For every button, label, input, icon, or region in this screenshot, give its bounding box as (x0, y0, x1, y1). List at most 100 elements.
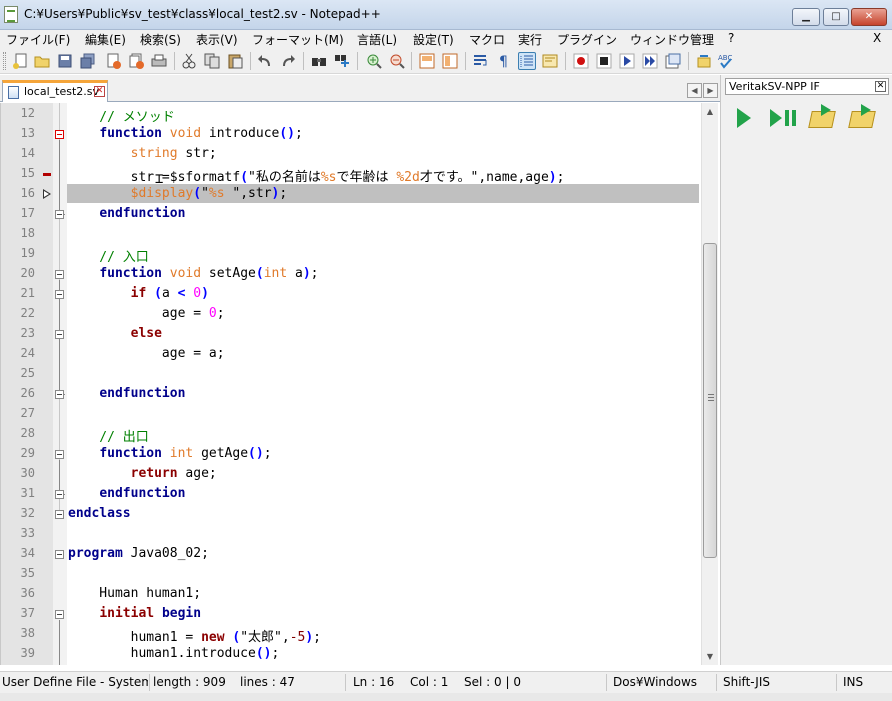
menu-help[interactable]: ? (728, 31, 734, 45)
stop-macro-icon[interactable] (595, 52, 613, 70)
code-line[interactable]: 16 $display("%s ",str); (1, 183, 701, 203)
menu-run[interactable]: 実行 (518, 31, 542, 48)
menu-format[interactable]: フォーマット(M) (252, 31, 344, 48)
code-line[interactable]: 30 return age; (1, 463, 701, 483)
code-line[interactable]: 28 // 出口 (1, 423, 701, 445)
maximize-button[interactable]: □ (823, 8, 849, 26)
code-line[interactable]: 32 endclass (1, 503, 701, 523)
fold-toggle-icon[interactable] (55, 610, 64, 619)
save-macro-icon[interactable] (664, 52, 682, 70)
undo-icon[interactable] (256, 52, 274, 70)
close-icon[interactable] (104, 52, 122, 70)
code-line[interactable]: 21 if (a < 0) (1, 283, 701, 303)
code-line[interactable]: 15 str =$sformatf("私の名前は%sで年齢は %2d才です。",… (1, 163, 701, 185)
record-macro-icon[interactable] (572, 52, 590, 70)
code-line[interactable]: 27 (1, 403, 701, 423)
minimize-button[interactable]: ▁ (792, 8, 820, 26)
word-wrap-icon[interactable] (472, 52, 490, 70)
code-line[interactable]: 13 function void introduce(); (1, 123, 701, 143)
indent-guide-icon[interactable] (518, 52, 536, 70)
fold-toggle-icon[interactable] (55, 270, 64, 279)
sync-vertical-icon[interactable] (418, 52, 436, 70)
open-file-icon[interactable] (33, 52, 51, 70)
doc-map-icon[interactable] (541, 52, 559, 70)
tab-scroll-left-button[interactable]: ◀ (687, 83, 702, 98)
step-run-icon[interactable] (767, 101, 801, 135)
fold-toggle-icon[interactable] (55, 450, 64, 459)
code-line[interactable]: 39 human1.introduce(); (1, 643, 701, 663)
code-line[interactable]: 20 function void setAge(int a); (1, 263, 701, 283)
current-line-arrow-icon[interactable] (43, 189, 51, 199)
paste-icon[interactable] (226, 52, 244, 70)
code-line[interactable]: 23 else (1, 323, 701, 343)
menu-macro[interactable]: マクロ (469, 31, 505, 48)
status-encoding[interactable]: Shift-JIS (723, 675, 770, 689)
tab-scroll-right-button[interactable]: ▶ (703, 83, 718, 98)
code-line[interactable]: 34 program Java08_02; (1, 543, 701, 563)
panel-close-icon[interactable]: ✕ (875, 81, 886, 92)
close-all-icon[interactable] (127, 52, 145, 70)
play-macro-icon[interactable] (618, 52, 636, 70)
status-insert-mode[interactable]: INS (843, 675, 863, 689)
code-line[interactable]: 17 endfunction (1, 203, 701, 223)
code-line[interactable]: 22 age = 0; (1, 303, 701, 323)
scroll-down-arrow-icon[interactable]: ▼ (702, 648, 718, 665)
code-line[interactable]: 33 (1, 523, 701, 543)
menu-plugins[interactable]: プラグイン (557, 31, 617, 48)
replace-icon[interactable] (333, 52, 351, 70)
fold-toggle-icon[interactable] (55, 490, 64, 499)
menu-edit[interactable]: 編集(E) (85, 31, 126, 48)
fold-toggle-icon[interactable] (55, 210, 64, 219)
show-all-chars-icon[interactable]: ¶ (495, 52, 513, 70)
code-line[interactable]: 37 initial begin (1, 603, 701, 623)
code-line[interactable]: 35 (1, 563, 701, 583)
menu-window[interactable]: ウィンドウ管理 (630, 31, 714, 48)
status-eol[interactable]: Dos¥Windows (613, 675, 697, 689)
vertical-scrollbar[interactable]: ▲ ▼ (701, 103, 718, 665)
folder-run-icon[interactable] (845, 101, 879, 135)
code-line[interactable]: 24 age = a; (1, 343, 701, 363)
fold-toggle-icon[interactable] (55, 290, 64, 299)
copy-icon[interactable] (203, 52, 221, 70)
menu-file[interactable]: ファイル(F) (6, 31, 70, 48)
zoom-in-icon[interactable] (365, 52, 383, 70)
code-line[interactable]: 12 // メソッド (1, 103, 701, 125)
abc-check-icon[interactable]: ABC (717, 52, 735, 70)
menu-language[interactable]: 言語(L) (357, 31, 397, 48)
redo-icon[interactable] (279, 52, 297, 70)
menu-search[interactable]: 検索(S) (140, 31, 181, 48)
new-file-icon[interactable] (12, 52, 30, 70)
code-line[interactable]: 31 endfunction (1, 483, 701, 503)
menu-view[interactable]: 表示(V) (196, 31, 238, 48)
run-icon[interactable] (727, 101, 761, 135)
spell-check-icon[interactable] (696, 52, 714, 70)
code-line[interactable]: 38 human1 = new ("太郎",-5); (1, 623, 701, 645)
code-line[interactable]: 29 function int getAge(); (1, 443, 701, 463)
code-line[interactable]: 25 (1, 363, 701, 383)
code-line[interactable]: 26 endfunction (1, 383, 701, 403)
fold-toggle-icon[interactable] (55, 510, 64, 519)
code-line[interactable]: 36 Human human1; (1, 583, 701, 603)
close-document-button[interactable]: X (873, 31, 881, 45)
code-line[interactable]: 18 (1, 223, 701, 243)
scroll-up-arrow-icon[interactable]: ▲ (702, 103, 718, 120)
cut-icon[interactable] (180, 52, 198, 70)
code-line[interactable]: 19 // 入口 (1, 243, 701, 265)
tab-close-icon[interactable]: ✕ (94, 86, 105, 97)
code-editor[interactable]: 12 // メソッド 13 function void introduce(); 1… (0, 103, 701, 665)
code-line[interactable]: 14 string str; (1, 143, 701, 163)
fold-toggle-icon[interactable] (55, 390, 64, 399)
save-icon[interactable] (56, 52, 74, 70)
run-macro-multiple-icon[interactable] (641, 52, 659, 70)
fold-toggle-icon[interactable] (55, 130, 64, 139)
fold-toggle-icon[interactable] (55, 550, 64, 559)
print-icon[interactable] (150, 52, 168, 70)
save-all-icon[interactable] (79, 52, 97, 70)
tab-local-test2[interactable]: local_test2.sv ✕ (2, 80, 108, 102)
error-marker-icon[interactable] (43, 173, 51, 176)
sync-horizontal-icon[interactable] (441, 52, 459, 70)
scroll-thumb[interactable] (703, 243, 717, 558)
open-folder-icon[interactable] (805, 101, 839, 135)
menu-settings[interactable]: 設定(T) (413, 31, 454, 48)
close-window-button[interactable]: ✕ (851, 8, 887, 26)
